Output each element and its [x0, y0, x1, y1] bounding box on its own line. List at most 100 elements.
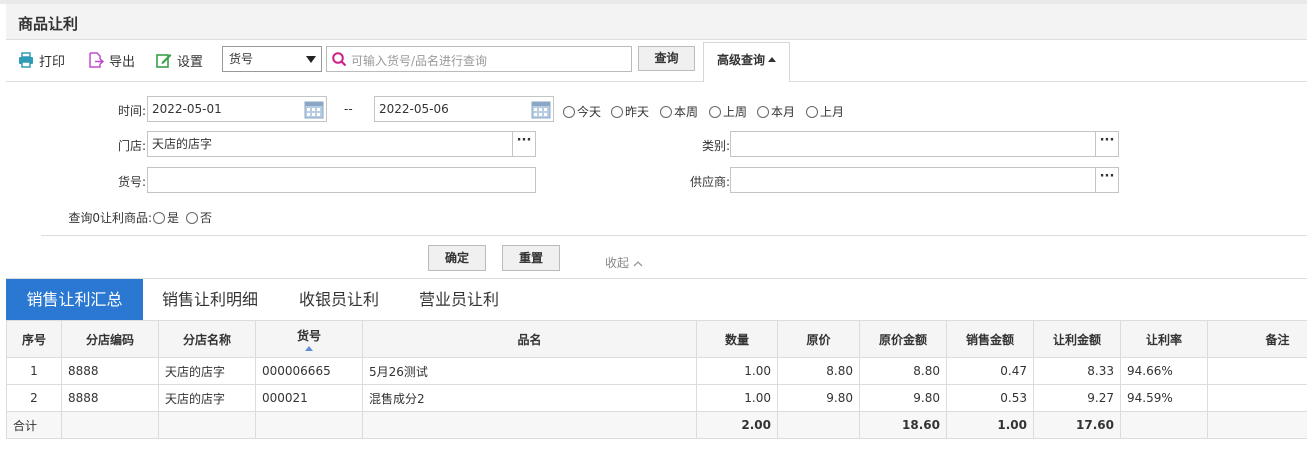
column-header[interactable]: 备注 — [1207, 320, 1307, 358]
table-cell — [362, 411, 697, 439]
edit-icon — [156, 52, 172, 68]
quick-date-label: 本周 — [674, 105, 699, 119]
table-row[interactable]: 2 8888 天店的店字 000021 混售成分2 1.00 9.80 9.80… — [6, 384, 1307, 412]
tab-sales-discount-summary[interactable]: 销售让利汇总 — [6, 279, 143, 320]
table-cell: 2.00 — [696, 411, 778, 439]
date-from-input[interactable]: 2022-05-01 — [147, 96, 327, 122]
table-cell: 17.60 — [1033, 411, 1121, 439]
print-button[interactable]: 打印 — [18, 50, 65, 70]
table-cell: 000006665 — [255, 357, 363, 385]
table-cell: 9.27 — [1033, 384, 1121, 412]
table-cell: 0.53 — [946, 384, 1034, 412]
page-title: 商品让利 — [18, 15, 79, 33]
more-icon[interactable]: ··· — [512, 132, 535, 156]
search-placeholder: 可输入货号/品名进行查询 — [351, 54, 488, 68]
column-header[interactable]: 销售金额 — [946, 320, 1034, 358]
confirm-button[interactable]: 确定 — [428, 245, 486, 271]
column-header[interactable]: 品名 — [362, 320, 697, 358]
column-header[interactable]: 原价金额 — [859, 320, 947, 358]
query-button[interactable]: 查询 — [638, 46, 695, 71]
quick-date-yesterday[interactable]: 昨天 — [611, 103, 649, 120]
date-to-input[interactable]: 2022-05-06 — [374, 96, 554, 122]
table-header-row: 序号 分店编码 分店名称 货号 品名 数量 原价 原价金额 销售金额 让利金额 … — [6, 320, 1307, 358]
quick-date-this-month[interactable]: 本月 — [757, 103, 795, 120]
calendar-icon[interactable] — [304, 99, 324, 127]
field-select[interactable]: 货号 — [222, 46, 322, 72]
export-button[interactable]: 导出 — [88, 50, 135, 70]
table-cell: 8888 — [61, 384, 159, 412]
chevron-down-icon — [306, 56, 316, 63]
column-header-label: 货号 — [296, 329, 321, 343]
category-input[interactable]: ··· — [730, 131, 1119, 157]
table-cell: 94.59% — [1120, 384, 1208, 412]
table-cell: 1 — [6, 357, 62, 385]
table-cell: 8.80 — [777, 357, 860, 385]
quick-date-last-month[interactable]: 上月 — [806, 103, 844, 120]
date-to-value: 2022-05-06 — [379, 102, 449, 116]
table-cell: 18.60 — [859, 411, 947, 439]
date-range-separator: -- — [344, 102, 353, 116]
table-cell: 000021 — [255, 384, 363, 412]
column-header[interactable]: 分店编码 — [61, 320, 159, 358]
radio-icon — [153, 211, 165, 224]
time-label: 时间: — [117, 104, 146, 118]
table-cell: 天店的店字 — [158, 384, 256, 412]
zero-discount-no[interactable]: 否 — [186, 209, 212, 226]
column-header-item-no[interactable]: 货号 — [255, 320, 363, 358]
supplier-input[interactable]: ··· — [730, 167, 1119, 193]
toolbar: 打印 导出 设置 货号 可输入货号/品名进行查询 查询 高级查询 — [6, 40, 1307, 83]
table-cell: 8888 — [61, 357, 159, 385]
radio-icon — [660, 105, 672, 118]
more-icon[interactable]: ··· — [1095, 168, 1118, 192]
quick-date-label: 本月 — [771, 105, 796, 119]
column-header[interactable]: 让利金额 — [1033, 320, 1121, 358]
radio-icon — [709, 105, 721, 118]
table-cell: 5月26测试 — [362, 357, 697, 385]
quick-date-today[interactable]: 今天 — [563, 103, 601, 120]
export-icon — [88, 52, 104, 68]
table-cell — [1120, 411, 1208, 439]
quick-date-last-week[interactable]: 上周 — [709, 103, 747, 120]
table-cell — [1207, 357, 1307, 385]
search-input[interactable]: 可输入货号/品名进行查询 — [326, 46, 632, 72]
collapse-button[interactable]: 收起 — [605, 254, 643, 271]
column-header[interactable]: 原价 — [777, 320, 860, 358]
reset-button[interactable]: 重置 — [502, 245, 560, 271]
table-cell: 2 — [6, 384, 62, 412]
table-row[interactable]: 1 8888 天店的店字 000006665 5月26测试 1.00 8.80 … — [6, 357, 1307, 385]
column-header[interactable]: 数量 — [696, 320, 778, 358]
advanced-filter-panel: 时间: 2022-05-01 -- 2022-05-06 今天 昨天 本周 上周… — [6, 82, 1307, 278]
table-cell: 8.80 — [859, 357, 947, 385]
advanced-query-tab[interactable]: 高级查询 — [703, 42, 790, 83]
item-no-input[interactable] — [147, 167, 536, 193]
column-header[interactable]: 让利率 — [1120, 320, 1208, 358]
table-cell — [1207, 411, 1307, 439]
table-cell — [255, 411, 363, 439]
discount-summary-table: 序号 分店编码 分店名称 货号 品名 数量 原价 原价金额 销售金额 让利金额 … — [6, 320, 1307, 439]
table-cell: 1.00 — [696, 357, 778, 385]
tab-salesperson-discount[interactable]: 营业员让利 — [406, 279, 512, 320]
table-total-row: 合计 2.00 18.60 1.00 17.60 — [6, 411, 1307, 439]
tab-cashier-discount[interactable]: 收银员让利 — [286, 279, 392, 320]
zero-discount-no-label: 否 — [200, 211, 213, 225]
settings-label: 设置 — [177, 54, 204, 70]
settings-button[interactable]: 设置 — [156, 50, 203, 70]
advanced-query-label: 高级查询 — [716, 53, 765, 67]
tab-sales-discount-detail[interactable]: 销售让利明细 — [150, 279, 270, 320]
quick-date-label: 昨天 — [625, 105, 650, 119]
column-header[interactable]: 序号 — [6, 320, 62, 358]
table-cell: 天店的店字 — [158, 357, 256, 385]
sort-ascending-icon — [305, 346, 313, 351]
chevron-up-icon — [633, 257, 643, 271]
zero-discount-yes-label: 是 — [167, 211, 180, 225]
quick-date-this-week[interactable]: 本周 — [660, 103, 698, 120]
store-input[interactable]: 天店的店字 ··· — [147, 131, 536, 157]
column-header[interactable]: 分店名称 — [158, 320, 256, 358]
quick-date-label: 上月 — [820, 105, 845, 119]
collapse-label: 收起 — [605, 256, 630, 270]
table-cell: 合计 — [6, 411, 62, 439]
calendar-icon[interactable] — [531, 99, 551, 127]
zero-discount-yes[interactable]: 是 — [153, 209, 179, 226]
table-cell: 1.00 — [946, 411, 1034, 439]
more-icon[interactable]: ··· — [1095, 132, 1118, 156]
